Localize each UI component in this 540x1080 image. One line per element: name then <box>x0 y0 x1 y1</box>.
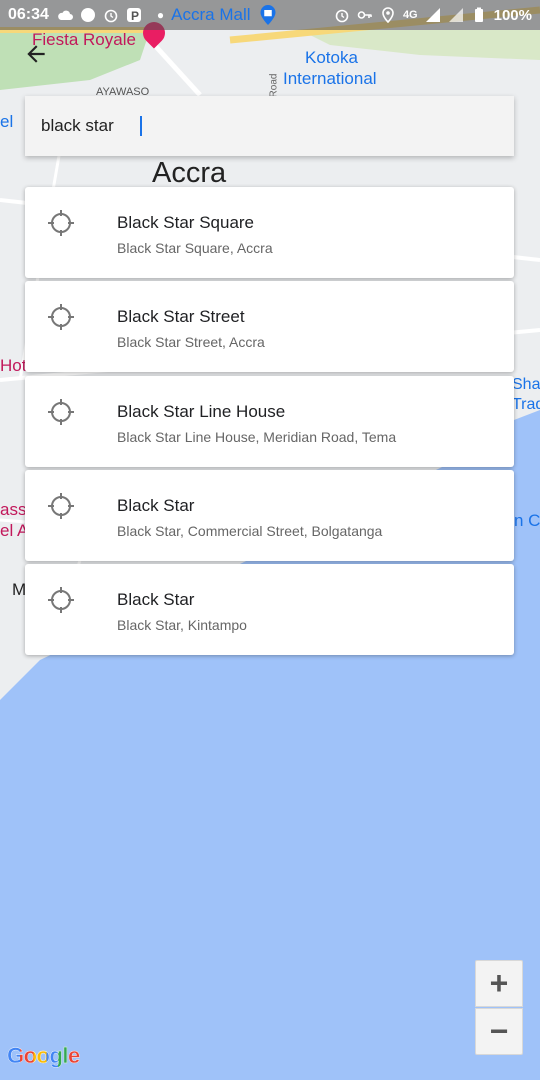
alarm-icon <box>104 9 118 23</box>
battery-icon <box>474 7 483 22</box>
shopping-bag-icon <box>260 5 276 25</box>
search-input[interactable] <box>41 116 142 136</box>
suggestion-item[interactable]: Black Star Square Black Star Square, Acc… <box>25 187 514 278</box>
back-button[interactable] <box>20 38 52 70</box>
zoom-out-button[interactable]: − <box>475 1008 523 1055</box>
network-label: 4G <box>402 9 418 21</box>
suggestion-title: Black Star <box>117 590 195 609</box>
map-label-road: Road <box>268 73 280 98</box>
suggestion-title: Black Star Street <box>117 307 245 326</box>
suggestion-title: Black Star Square <box>117 213 255 232</box>
location-icon <box>382 7 394 23</box>
signal-icon <box>425 8 440 22</box>
crosshair-icon <box>48 304 74 330</box>
arrow-back-icon <box>27 45 45 63</box>
suggestion-subtitle: Black Star, Commercial Street, Bolgatang… <box>117 523 383 539</box>
google-logo-text: Google <box>7 1043 81 1068</box>
suggestion-title: Black Star Line House <box>117 402 286 421</box>
crosshair-icon <box>48 587 74 613</box>
crosshair-icon <box>48 399 74 425</box>
battery-level: 100% <box>493 6 532 24</box>
status-bar: 06:34 P ● Accra Mall 4G 100% <box>0 0 540 30</box>
status-time: 06:34 <box>8 6 49 23</box>
search-box[interactable] <box>25 96 514 156</box>
map-label-el: el <box>0 112 14 131</box>
status-notification: Accra Mall <box>171 5 251 24</box>
suggestion-subtitle: Black Star Street, Accra <box>117 334 265 350</box>
text-caret <box>140 116 142 136</box>
circle-icon <box>80 8 95 22</box>
signal-icon <box>448 8 463 22</box>
map-label-kotoka: Kotoka <box>305 48 358 67</box>
dot-icon: ● <box>156 8 165 22</box>
suggestion-subtitle: Black Star Square, Accra <box>117 240 273 256</box>
map-label-airport: International <box>283 69 377 88</box>
suggestion-subtitle: Black Star, Kintampo <box>117 617 247 633</box>
alarm-icon <box>335 9 349 23</box>
map-label-accra: Accra <box>152 157 227 189</box>
suggestion-item[interactable]: Black Star Line House Black Star Line Ho… <box>25 376 514 467</box>
crosshair-icon <box>48 210 74 236</box>
suggestion-title: Black Star <box>117 496 195 515</box>
map-label-ncl: n Cl <box>514 511 540 530</box>
zoom-in-button[interactable]: + <box>475 960 523 1007</box>
crosshair-icon <box>48 493 74 519</box>
google-logo: Google <box>7 1043 81 1069</box>
map-label-trad: Trad <box>512 396 540 413</box>
suggestion-subtitle: Black Star Line House, Meridian Road, Te… <box>117 429 397 445</box>
suggestion-item[interactable]: Black Star Street Black Star Street, Acc… <box>25 281 514 372</box>
key-icon <box>357 11 372 19</box>
svg-text:P: P <box>131 9 139 23</box>
suggestion-item[interactable]: Black Star Black Star, Commercial Street… <box>25 470 514 561</box>
cloud-icon <box>58 10 73 20</box>
map-label-sha: Shar <box>512 376 540 393</box>
suggestion-item[interactable]: Black Star Black Star, Kintampo <box>25 564 514 655</box>
parking-icon: P <box>126 8 141 23</box>
